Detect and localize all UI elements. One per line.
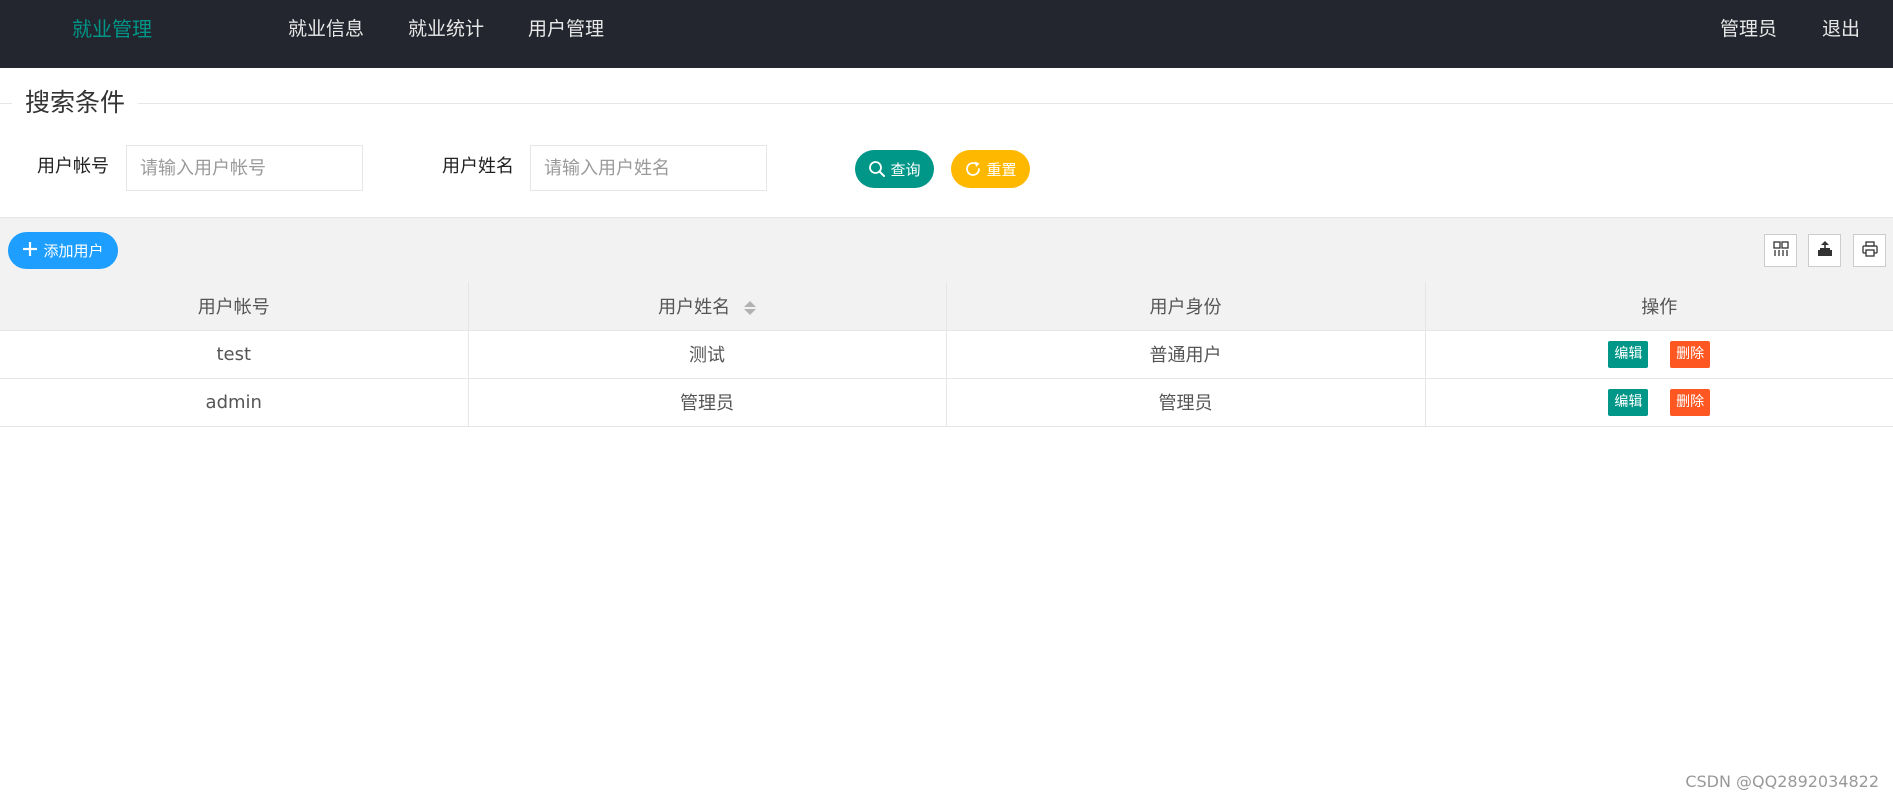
column-header-name[interactable]: 用户姓名 [468,282,947,331]
column-header-name-label: 用户姓名 [658,296,731,318]
column-header-role[interactable]: 用户身份 [946,282,1426,331]
cell-actions: 编辑 删除 [1425,378,1893,427]
top-header: 就业管理 就业信息 就业统计 用户管理 管理员 退出 [0,0,1893,68]
logout-link[interactable]: 退出 [1822,0,1860,58]
table-row[interactable]: test 测试 普通用户 编辑 删除 [0,330,1893,379]
cell-role: 管理员 [946,378,1426,427]
cell-actions: 编辑 删除 [1425,330,1893,379]
print-icon [1861,240,1879,262]
refresh-icon [964,160,982,178]
search-legend: 搜索条件 [25,88,126,117]
plus-icon [22,241,38,261]
filter-columns-button[interactable] [1764,234,1797,267]
user-table: 用户帐号 用户姓名 用户身份 操作 test 测试 普通用户 编辑 删除 adm… [0,282,1893,427]
app-logo[interactable]: 就业管理 [72,0,152,58]
query-button[interactable]: 查询 [855,150,934,188]
name-label: 用户姓名 [442,156,514,177]
fieldset-divider-left [0,103,12,104]
account-label: 用户帐号 [37,156,109,177]
export-button[interactable] [1808,234,1841,267]
cell-name: 管理员 [468,378,947,427]
columns-filter-icon [1772,240,1790,262]
cell-name: 测试 [468,330,947,379]
query-button-label: 查询 [890,160,921,179]
export-icon [1816,240,1834,262]
reset-button-label: 重置 [986,160,1017,179]
cell-account: admin [0,378,469,427]
nav-item-employment-stats[interactable]: 就业统计 [408,0,484,58]
table-header-row: 用户帐号 用户姓名 用户身份 操作 [0,282,1893,331]
reset-button[interactable]: 重置 [951,150,1030,188]
search-icon [868,160,886,178]
current-user-menu[interactable]: 管理员 [1720,0,1777,58]
name-search-input[interactable] [530,145,767,191]
column-header-account[interactable]: 用户帐号 [0,282,469,331]
add-user-button[interactable]: 添加用户 [8,232,118,269]
delete-button[interactable]: 删除 [1670,388,1711,416]
watermark-text: CSDN @QQ2892034822 [1685,772,1879,791]
delete-button[interactable]: 删除 [1670,340,1711,368]
edit-button[interactable]: 编辑 [1608,340,1649,368]
nav-item-employment-info[interactable]: 就业信息 [288,0,364,58]
sort-icon[interactable] [743,300,756,316]
edit-button[interactable]: 编辑 [1608,388,1649,416]
add-user-label: 添加用户 [43,242,104,260]
print-button[interactable] [1853,234,1886,267]
account-search-input[interactable] [126,145,363,191]
nav-item-user-management[interactable]: 用户管理 [528,0,604,58]
table-row[interactable]: admin 管理员 管理员 编辑 删除 [0,378,1893,427]
cell-role: 普通用户 [946,330,1426,379]
cell-account: test [0,330,469,379]
table-toolbar: 添加用户 [0,217,1893,282]
fieldset-divider-right [138,103,1893,104]
column-header-actions: 操作 [1425,282,1893,331]
